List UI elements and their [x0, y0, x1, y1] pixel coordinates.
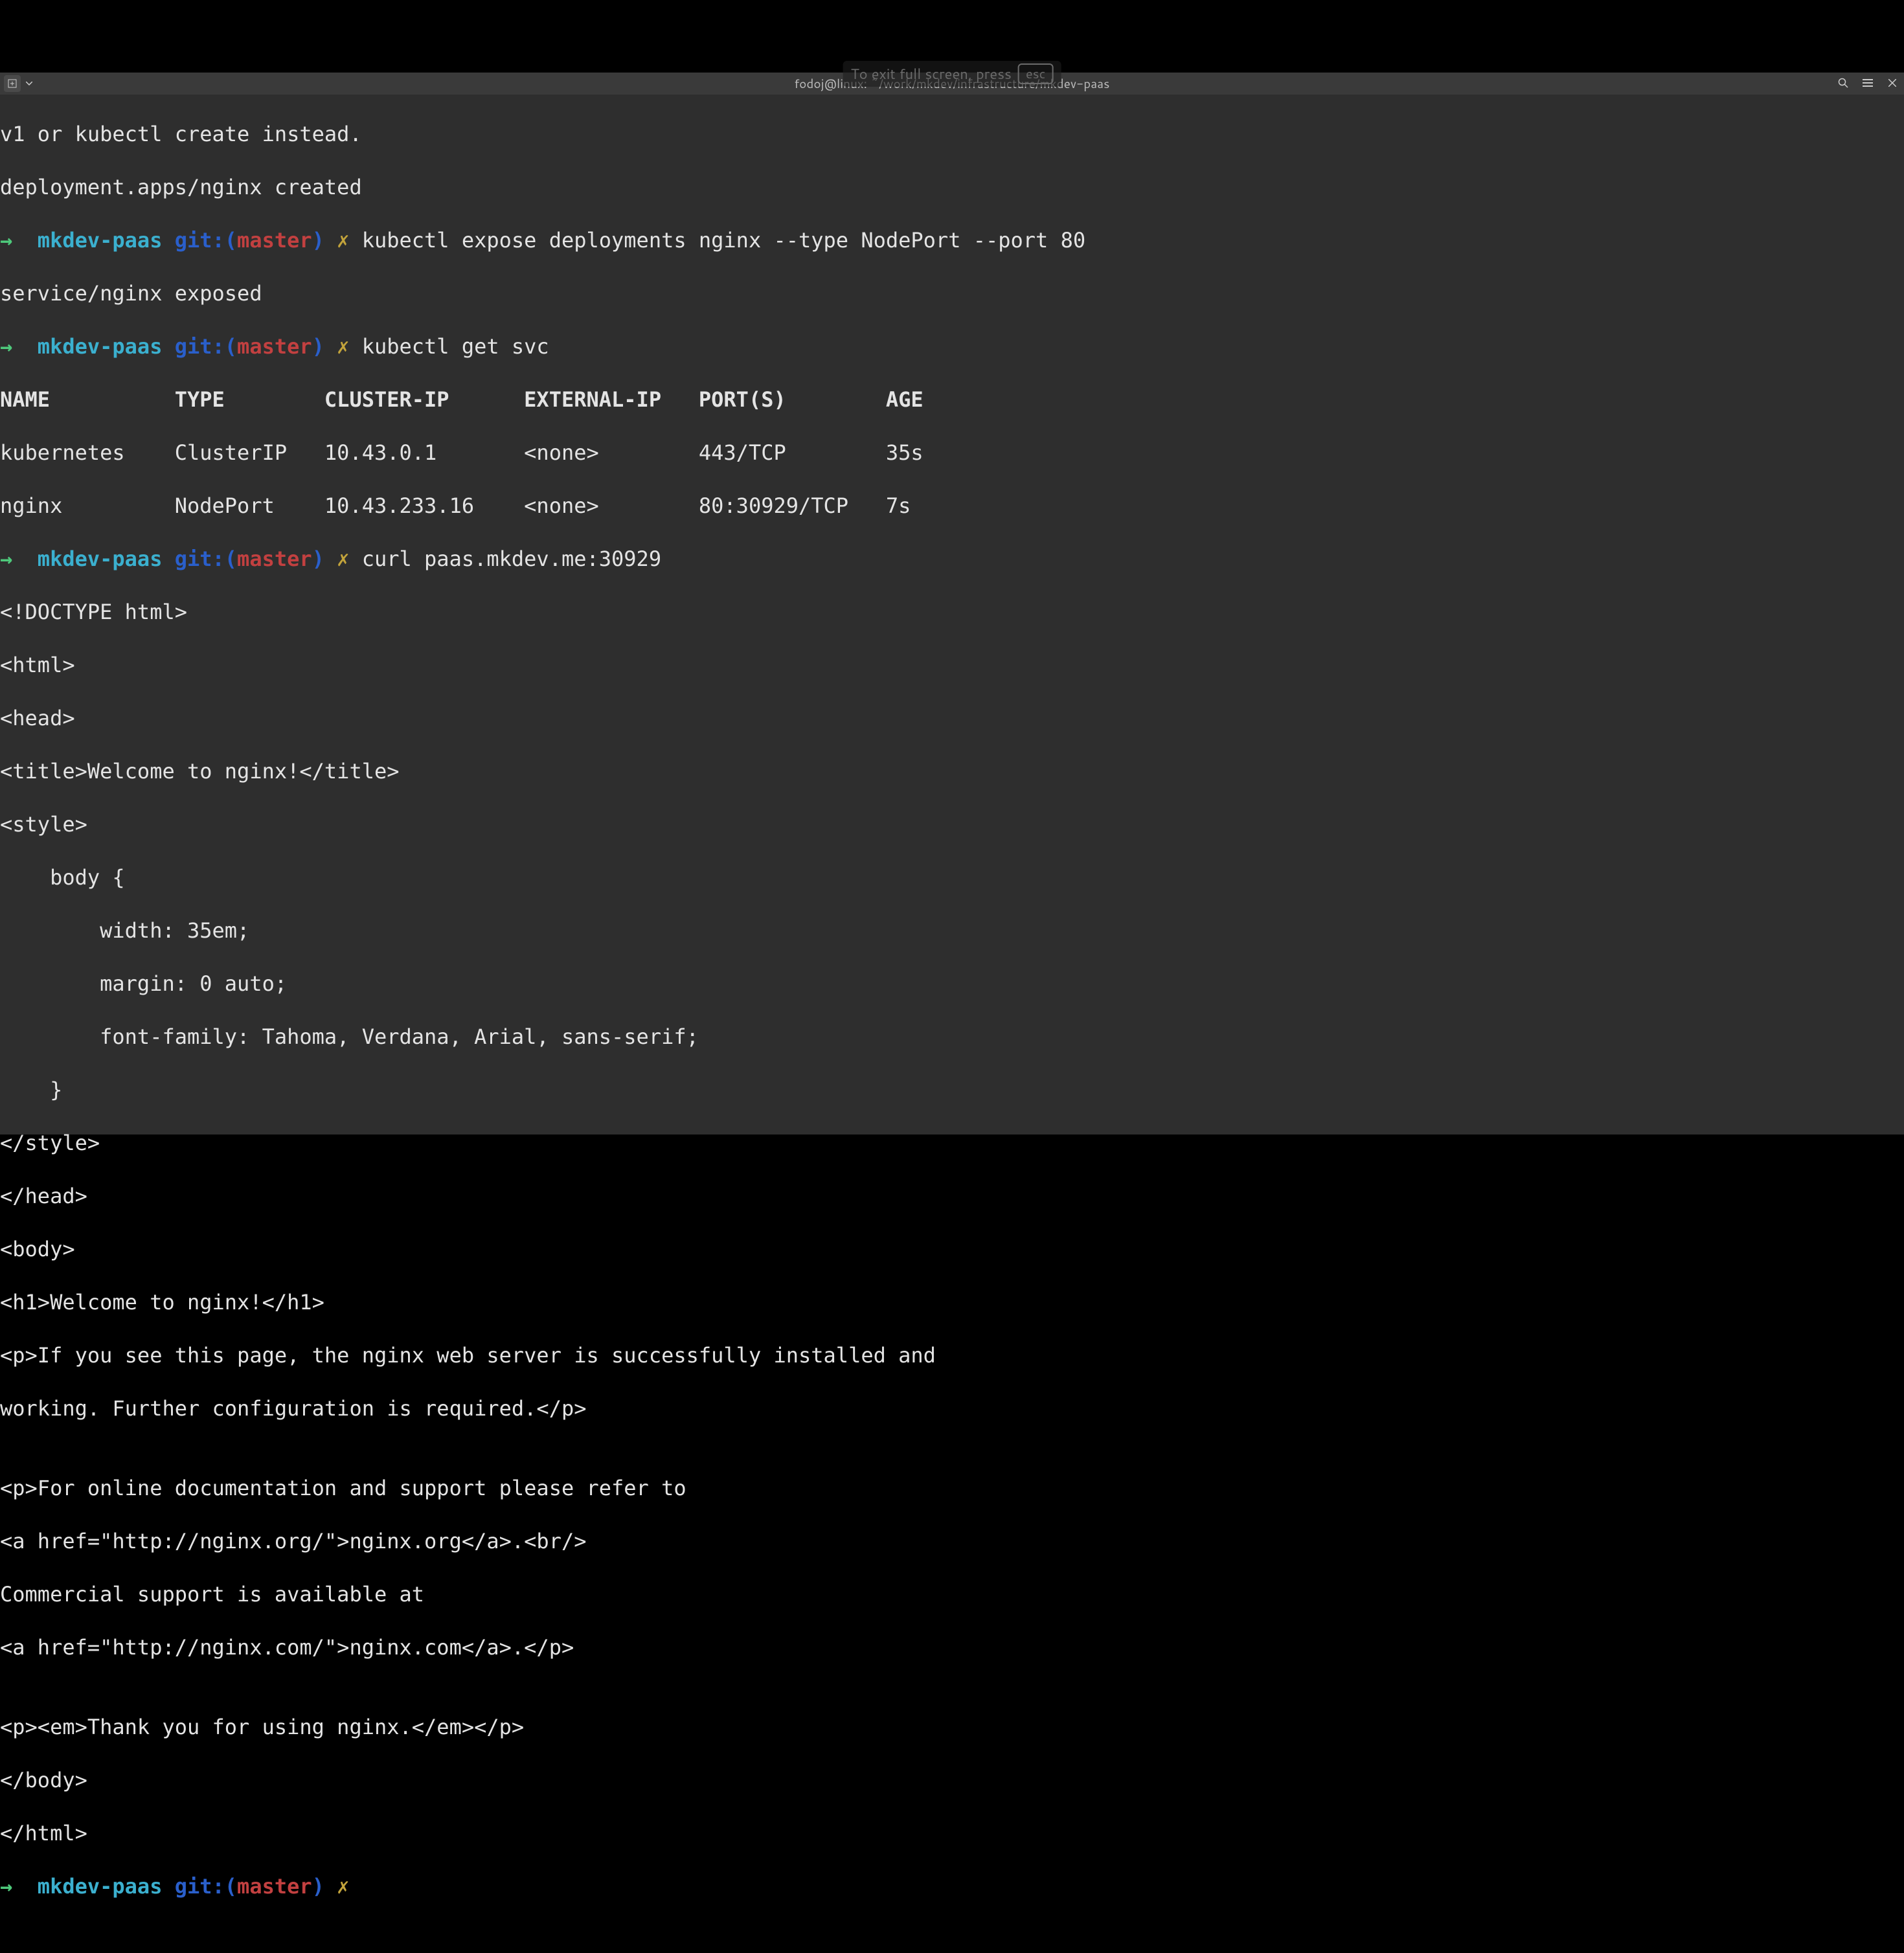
prompt-branch: master — [237, 334, 312, 359]
prompt-git: git:( — [175, 547, 237, 571]
output-line: working. Further configuration is requir… — [0, 1395, 1904, 1422]
close-icon — [1888, 79, 1896, 87]
prompt-line-current[interactable]: → mkdev-paas git:(master) ✗ — [0, 1873, 1904, 1900]
prompt-git-close: ) — [312, 334, 324, 359]
output-line: <title>Welcome to nginx!</title> — [0, 758, 1904, 785]
command-text: curl paas.mkdev.me:30929 — [362, 547, 661, 571]
output-line: <h1>Welcome to nginx!</h1> — [0, 1289, 1904, 1316]
output-line: body { — [0, 864, 1904, 891]
search-icon — [1838, 78, 1848, 88]
profile-dropdown-button[interactable] — [23, 75, 35, 92]
esc-key-pill: esc — [1018, 63, 1053, 84]
svc-header: NAME TYPE CLUSTER-IP EXTERNAL-IP PORT(S)… — [0, 387, 1904, 413]
prompt-branch: master — [237, 228, 312, 253]
prompt-dirty: ✗ — [337, 228, 349, 253]
output-line: deployment.apps/nginx created — [0, 174, 1904, 201]
output-line: Commercial support is available at — [0, 1581, 1904, 1608]
prompt-dir: mkdev-paas — [38, 1874, 163, 1899]
output-line: <!DOCTYPE html> — [0, 599, 1904, 626]
command-text: kubectl expose deployments nginx --type … — [362, 228, 1085, 253]
output-line: </html> — [0, 1820, 1904, 1847]
terminal-window: To exit full screen, press esc fodoj@lin… — [0, 73, 1904, 1135]
prompt-dir: mkdev-paas — [38, 228, 163, 253]
prompt-git: git:( — [175, 334, 237, 359]
fullscreen-hint-text: To exit full screen, press — [851, 64, 1012, 84]
command-text: kubectl get svc — [362, 334, 549, 359]
close-button[interactable] — [1885, 75, 1900, 91]
output-line: <p><em>Thank you for using nginx.</em></… — [0, 1714, 1904, 1741]
prompt-git: git:( — [175, 228, 237, 253]
output-line: <p>For online documentation and support … — [0, 1475, 1904, 1502]
titlebar-right-controls — [1835, 75, 1900, 91]
prompt-dir: mkdev-paas — [38, 334, 163, 359]
output-line: margin: 0 auto; — [0, 971, 1904, 997]
menu-button[interactable] — [1860, 75, 1876, 91]
fullscreen-hint: To exit full screen, press esc — [843, 61, 1061, 87]
output-line: service/nginx exposed — [0, 280, 1904, 307]
prompt-git: git:( — [175, 1874, 237, 1899]
svc-row: nginx NodePort 10.43.233.16 <none> 80:30… — [0, 493, 1904, 519]
prompt-git-close: ) — [312, 547, 324, 571]
prompt-dirty: ✗ — [337, 334, 349, 359]
prompt-line: → mkdev-paas git:(master) ✗ curl paas.mk… — [0, 546, 1904, 572]
chevron-down-icon — [26, 82, 32, 85]
output-line: <head> — [0, 705, 1904, 732]
output-line: </style> — [0, 1130, 1904, 1157]
prompt-line: → mkdev-paas git:(master) ✗ kubectl expo… — [0, 227, 1904, 254]
output-line: width: 35em; — [0, 918, 1904, 944]
prompt-git-close: ) — [312, 1874, 324, 1899]
prompt-arrow: → — [0, 228, 12, 253]
terminal-output[interactable]: v1 or kubectl create instead. deployment… — [0, 95, 1904, 1953]
output-line: <html> — [0, 652, 1904, 679]
output-line: <p>If you see this page, the nginx web s… — [0, 1342, 1904, 1369]
prompt-git-close: ) — [312, 228, 324, 253]
output-line: font-family: Tahoma, Verdana, Arial, san… — [0, 1024, 1904, 1050]
output-line: <a href="http://nginx.org/">nginx.org</a… — [0, 1528, 1904, 1555]
titlebar-left-controls — [4, 75, 35, 92]
prompt-arrow: → — [0, 334, 12, 359]
output-line: </head> — [0, 1183, 1904, 1210]
prompt-dirty: ✗ — [337, 547, 349, 571]
output-line: <a href="http://nginx.com/">nginx.com</a… — [0, 1634, 1904, 1661]
prompt-branch: master — [237, 547, 312, 571]
search-button[interactable] — [1835, 75, 1851, 91]
new-tab-button[interactable] — [4, 75, 21, 92]
prompt-line: → mkdev-paas git:(master) ✗ kubectl get … — [0, 333, 1904, 360]
output-line: <body> — [0, 1236, 1904, 1263]
prompt-branch: master — [237, 1874, 312, 1899]
prompt-dirty: ✗ — [337, 1874, 349, 1899]
output-line: v1 or kubectl create instead. — [0, 121, 1904, 148]
output-line: <style> — [0, 811, 1904, 838]
svc-row: kubernetes ClusterIP 10.43.0.1 <none> 44… — [0, 440, 1904, 466]
new-tab-icon — [8, 79, 17, 88]
output-line: </body> — [0, 1767, 1904, 1794]
hamburger-icon — [1863, 78, 1873, 87]
prompt-dir: mkdev-paas — [38, 547, 163, 571]
prompt-arrow: → — [0, 1874, 12, 1899]
output-line: } — [0, 1077, 1904, 1103]
prompt-arrow: → — [0, 547, 12, 571]
